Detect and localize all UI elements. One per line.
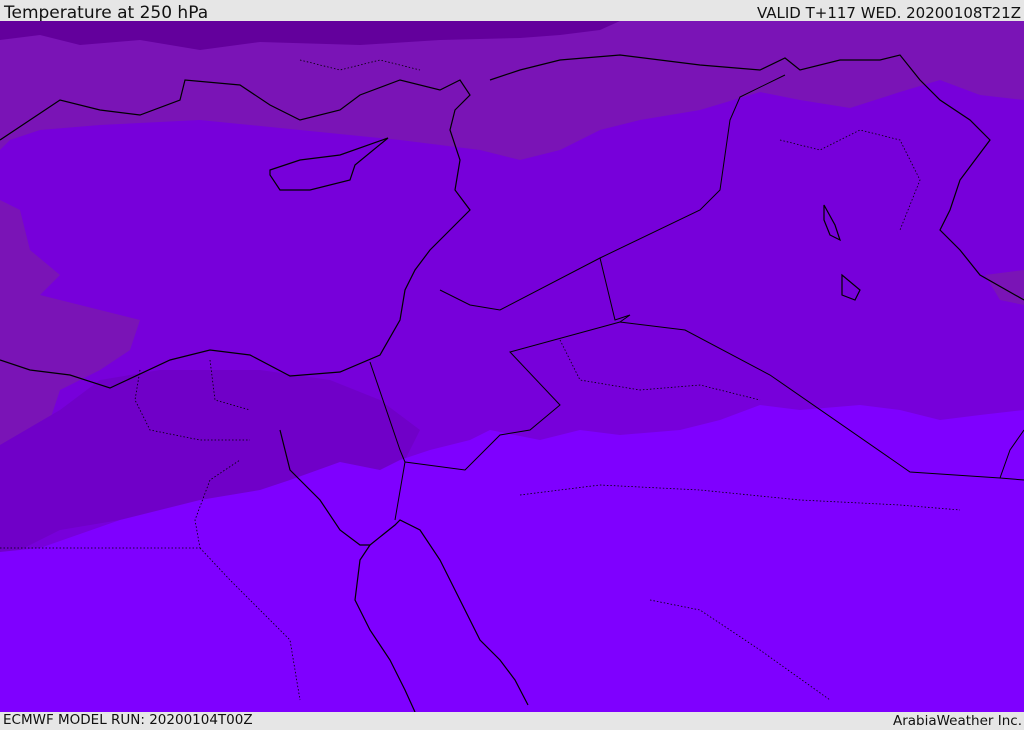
model-run: ECMWF MODEL RUN: 20200104T00Z	[3, 712, 253, 728]
valid-time: VALID T+117 WED. 20200108T21Z	[756, 4, 1021, 22]
footer-bar: ECMWF MODEL RUN: 20200104T00Z ArabiaWeat…	[0, 712, 1024, 729]
map-title: Temperature at 250 hPa	[4, 3, 209, 23]
header-bar: Temperature at 250 hPa VALID T+117 WED. …	[0, 0, 1024, 23]
temperature-map	[0, 21, 1024, 712]
credit: ArabiaWeather Inc.	[892, 713, 1022, 729]
